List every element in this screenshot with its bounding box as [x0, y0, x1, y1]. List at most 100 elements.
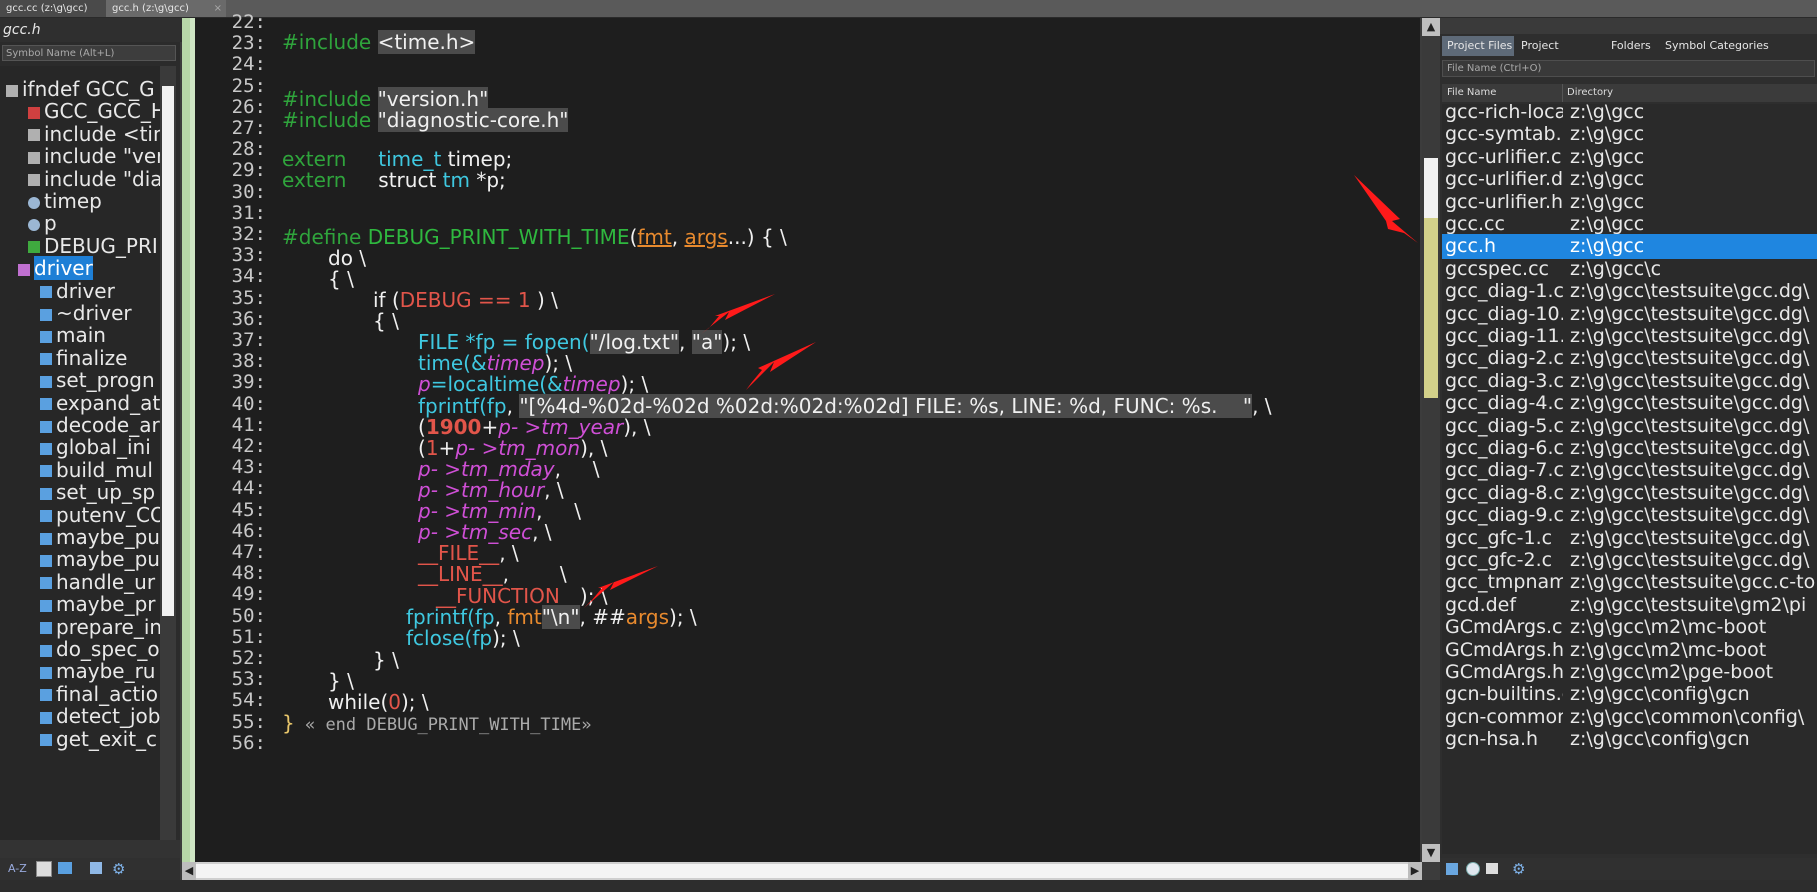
- list-view-icon[interactable]: [36, 861, 52, 877]
- editor-hscrollbar[interactable]: ◀ ▶: [182, 862, 1422, 880]
- line-number: 46:: [231, 519, 266, 542]
- column-directory[interactable]: Directory: [1562, 84, 1613, 102]
- file-row[interactable]: gcc_tmpnam z:\g\gcc\testsuite\gcc.c-to: [1442, 570, 1817, 595]
- symbol-scrollbar[interactable]: [160, 66, 176, 840]
- scroll-thumb[interactable]: [1424, 218, 1438, 398]
- file-row[interactable]: gcc_diag-3.c z:\g\gcc\testsuite\gcc.dg\: [1442, 369, 1817, 394]
- line-number: 54:: [231, 689, 266, 712]
- file-row[interactable]: gcc_diag-1.c z:\g\gcc\testsuite\gcc.dg\: [1442, 279, 1817, 304]
- line-number: 24:: [231, 53, 266, 76]
- file-row[interactable]: gcc.cc z:\g\gcc: [1442, 212, 1817, 237]
- file-name: gcc-urlifier.h: [1445, 190, 1563, 213]
- file-row[interactable]: gcn-builtins.c z:\g\gcc\config\gcn: [1442, 682, 1817, 707]
- file-row[interactable]: gcc_gfc-2.c z:\g\gcc\testsuite\gcc.dg\: [1442, 548, 1817, 573]
- symbol-label: ifndef GCC_G: [22, 77, 155, 101]
- method-icon: [40, 644, 52, 657]
- file-row[interactable]: gcc_diag-9.c z:\g\gcc\testsuite\gcc.dg\: [1442, 503, 1817, 528]
- symbol-label: get_exit_c: [56, 726, 158, 751]
- tab-project-symbols[interactable]: Project Symbols: [1516, 36, 1604, 72]
- line-number: 40:: [231, 392, 266, 415]
- file-name: gcc_gfc-2.c: [1445, 549, 1553, 571]
- gear-icon[interactable]: ⚙: [112, 860, 125, 878]
- file-row[interactable]: gcc_diag-7.c z:\g\gcc\testsuite\gcc.dg\: [1442, 458, 1817, 483]
- file-row[interactable]: gccspec.cc z:\g\gcc\c: [1442, 257, 1817, 282]
- file-row[interactable]: GCmdArgs.cc z:\g\gcc\m2\mc-boot: [1442, 615, 1817, 640]
- file-name: gcc_diag-5.c: [1445, 414, 1563, 437]
- file-directory: z:\g\gcc\testsuite\gcc.dg\: [1570, 280, 1810, 303]
- file-name: gcc_diag-9.c: [1445, 504, 1563, 527]
- file-name: gcd.def: [1445, 593, 1517, 616]
- symbol-label: DEBUG_PRI: [44, 233, 158, 258]
- file-search-input[interactable]: File Name (Ctrl+O): [1442, 60, 1815, 77]
- tab-project-files[interactable]: Project Files: [1442, 36, 1514, 56]
- file-row[interactable]: gcc_diag-4.c z:\g\gcc\testsuite\gcc.dg\: [1442, 391, 1817, 416]
- file-row[interactable]: gcd.def z:\g\gcc\testsuite\gm2\pi: [1442, 593, 1817, 618]
- tab-folders[interactable]: Folders: [1606, 36, 1658, 56]
- file-name: gcc.h: [1445, 235, 1497, 258]
- scroll-right-icon[interactable]: ▶: [1408, 862, 1422, 880]
- file-row[interactable]: gcc_diag-11. z:\g\gcc\testsuite\gcc.dg\: [1442, 324, 1817, 349]
- file-name: gcn-common: [1445, 705, 1563, 728]
- method-icon: [40, 286, 52, 299]
- panel-grip[interactable]: [1440, 18, 1817, 34]
- line-number: 51:: [231, 625, 266, 648]
- gear-icon[interactable]: ⚙: [1512, 860, 1525, 878]
- symbol-item[interactable]: get_exit_c: [0, 726, 160, 752]
- code-line-40: p=localtime(&timep); \: [418, 372, 649, 396]
- method-icon: [40, 599, 52, 612]
- file-row[interactable]: GCmdArgs.h z:\g\gcc\m2\pge-boot: [1442, 660, 1817, 685]
- line-number: 25:: [231, 74, 266, 97]
- file-name: gcc.cc: [1445, 213, 1505, 235]
- file-name: gcc_diag-3.c: [1445, 369, 1563, 392]
- list-icon[interactable]: [1486, 863, 1498, 874]
- file-row[interactable]: gcc_diag-2.c z:\g\gcc\testsuite\gcc.dg\: [1442, 346, 1817, 371]
- file-row[interactable]: gcc-urlifier.d z:\g\gcc: [1442, 167, 1817, 192]
- scroll-up-icon[interactable]: ▲: [1422, 18, 1440, 36]
- line-number: 41:: [231, 413, 266, 436]
- editor-vscrollbar[interactable]: ▲ ▼: [1422, 18, 1440, 862]
- file-directory: z:\g\gcc: [1570, 235, 1645, 258]
- file-row[interactable]: gcc-symtab.h z:\g\gcc: [1442, 122, 1817, 147]
- code-editor[interactable]: 22: 23: 24: 25: 26: 27: 28: 29: 30: 31: 32: 33: 34: 3…: [182, 11, 1440, 880]
- file-row[interactable]: gcn-common z:\g\gcc\common\config\: [1442, 705, 1817, 730]
- file-row[interactable]: gcc-urlifier.h z:\g\gcc: [1442, 190, 1817, 215]
- scroll-down-icon[interactable]: ▼: [1422, 844, 1440, 862]
- symbol-label: p: [44, 211, 57, 236]
- book-icon[interactable]: [90, 862, 102, 874]
- scroll-track[interactable]: [196, 864, 1408, 878]
- code-line-49: __LINE__, \: [418, 562, 567, 586]
- file-row[interactable]: gcc.h z:\g\gcc: [1442, 234, 1817, 260]
- scroll-thumb[interactable]: [162, 86, 174, 616]
- refresh-icon[interactable]: [1466, 862, 1480, 876]
- method-icon: [40, 375, 52, 388]
- file-row[interactable]: gcn-hsa.h z:\g\gcc\config\gcn: [1442, 727, 1817, 752]
- symbol-search-input[interactable]: Symbol Name (Alt+L): [2, 45, 176, 61]
- line-number: 44:: [231, 477, 266, 500]
- file-row[interactable]: gcc_gfc-1.c z:\g\gcc\testsuite\gcc.dg\: [1442, 526, 1817, 551]
- sort-az-button[interactable]: A-Z: [8, 862, 27, 875]
- column-file-name[interactable]: File Name: [1447, 84, 1496, 102]
- file-row[interactable]: gcc_diag-8.c z:\g\gcc\testsuite\gcc.dg\: [1442, 481, 1817, 506]
- tab-symbol-categories[interactable]: Symbol Categories: [1660, 36, 1770, 56]
- line-number: 27:: [231, 117, 266, 139]
- method-icon: [40, 398, 52, 411]
- scroll-left-icon[interactable]: ◀: [182, 862, 196, 880]
- change-bar-secondary: [190, 18, 195, 880]
- file-directory: z:\g\gcc\testsuite\gcc.dg\: [1570, 414, 1810, 437]
- method-icon: [40, 577, 52, 590]
- file-name: GCmdArgs.h: [1445, 661, 1563, 683]
- class-icon: [18, 263, 30, 276]
- symbol-label: include "ver: [44, 144, 160, 169]
- file-row[interactable]: gcc-urlifier.c z:\g\gcc: [1442, 145, 1817, 170]
- file-row[interactable]: gcc_diag-6.c z:\g\gcc\testsuite\gcc.dg\: [1442, 436, 1817, 461]
- symbol-hscrollbar[interactable]: [0, 840, 180, 858]
- file-row[interactable]: GCmdArgs.h z:\g\gcc\m2\mc-boot: [1442, 638, 1817, 663]
- file-row[interactable]: gcc_diag-10. z:\g\gcc\testsuite\gcc.dg\: [1442, 302, 1817, 327]
- file-directory: z:\g\gcc: [1570, 123, 1645, 146]
- file-name: gcc_diag-2.c: [1445, 347, 1563, 370]
- file-row[interactable]: gcc_diag-5.c z:\g\gcc\testsuite\gcc.dg\: [1442, 414, 1817, 439]
- tree-view-icon[interactable]: [58, 862, 72, 874]
- filter-icon[interactable]: [1446, 863, 1458, 875]
- tab-gcc-cc[interactable]: gcc.cc (z:\g\gcc): [0, 0, 112, 17]
- file-name: GCmdArgs.h: [1445, 638, 1563, 661]
